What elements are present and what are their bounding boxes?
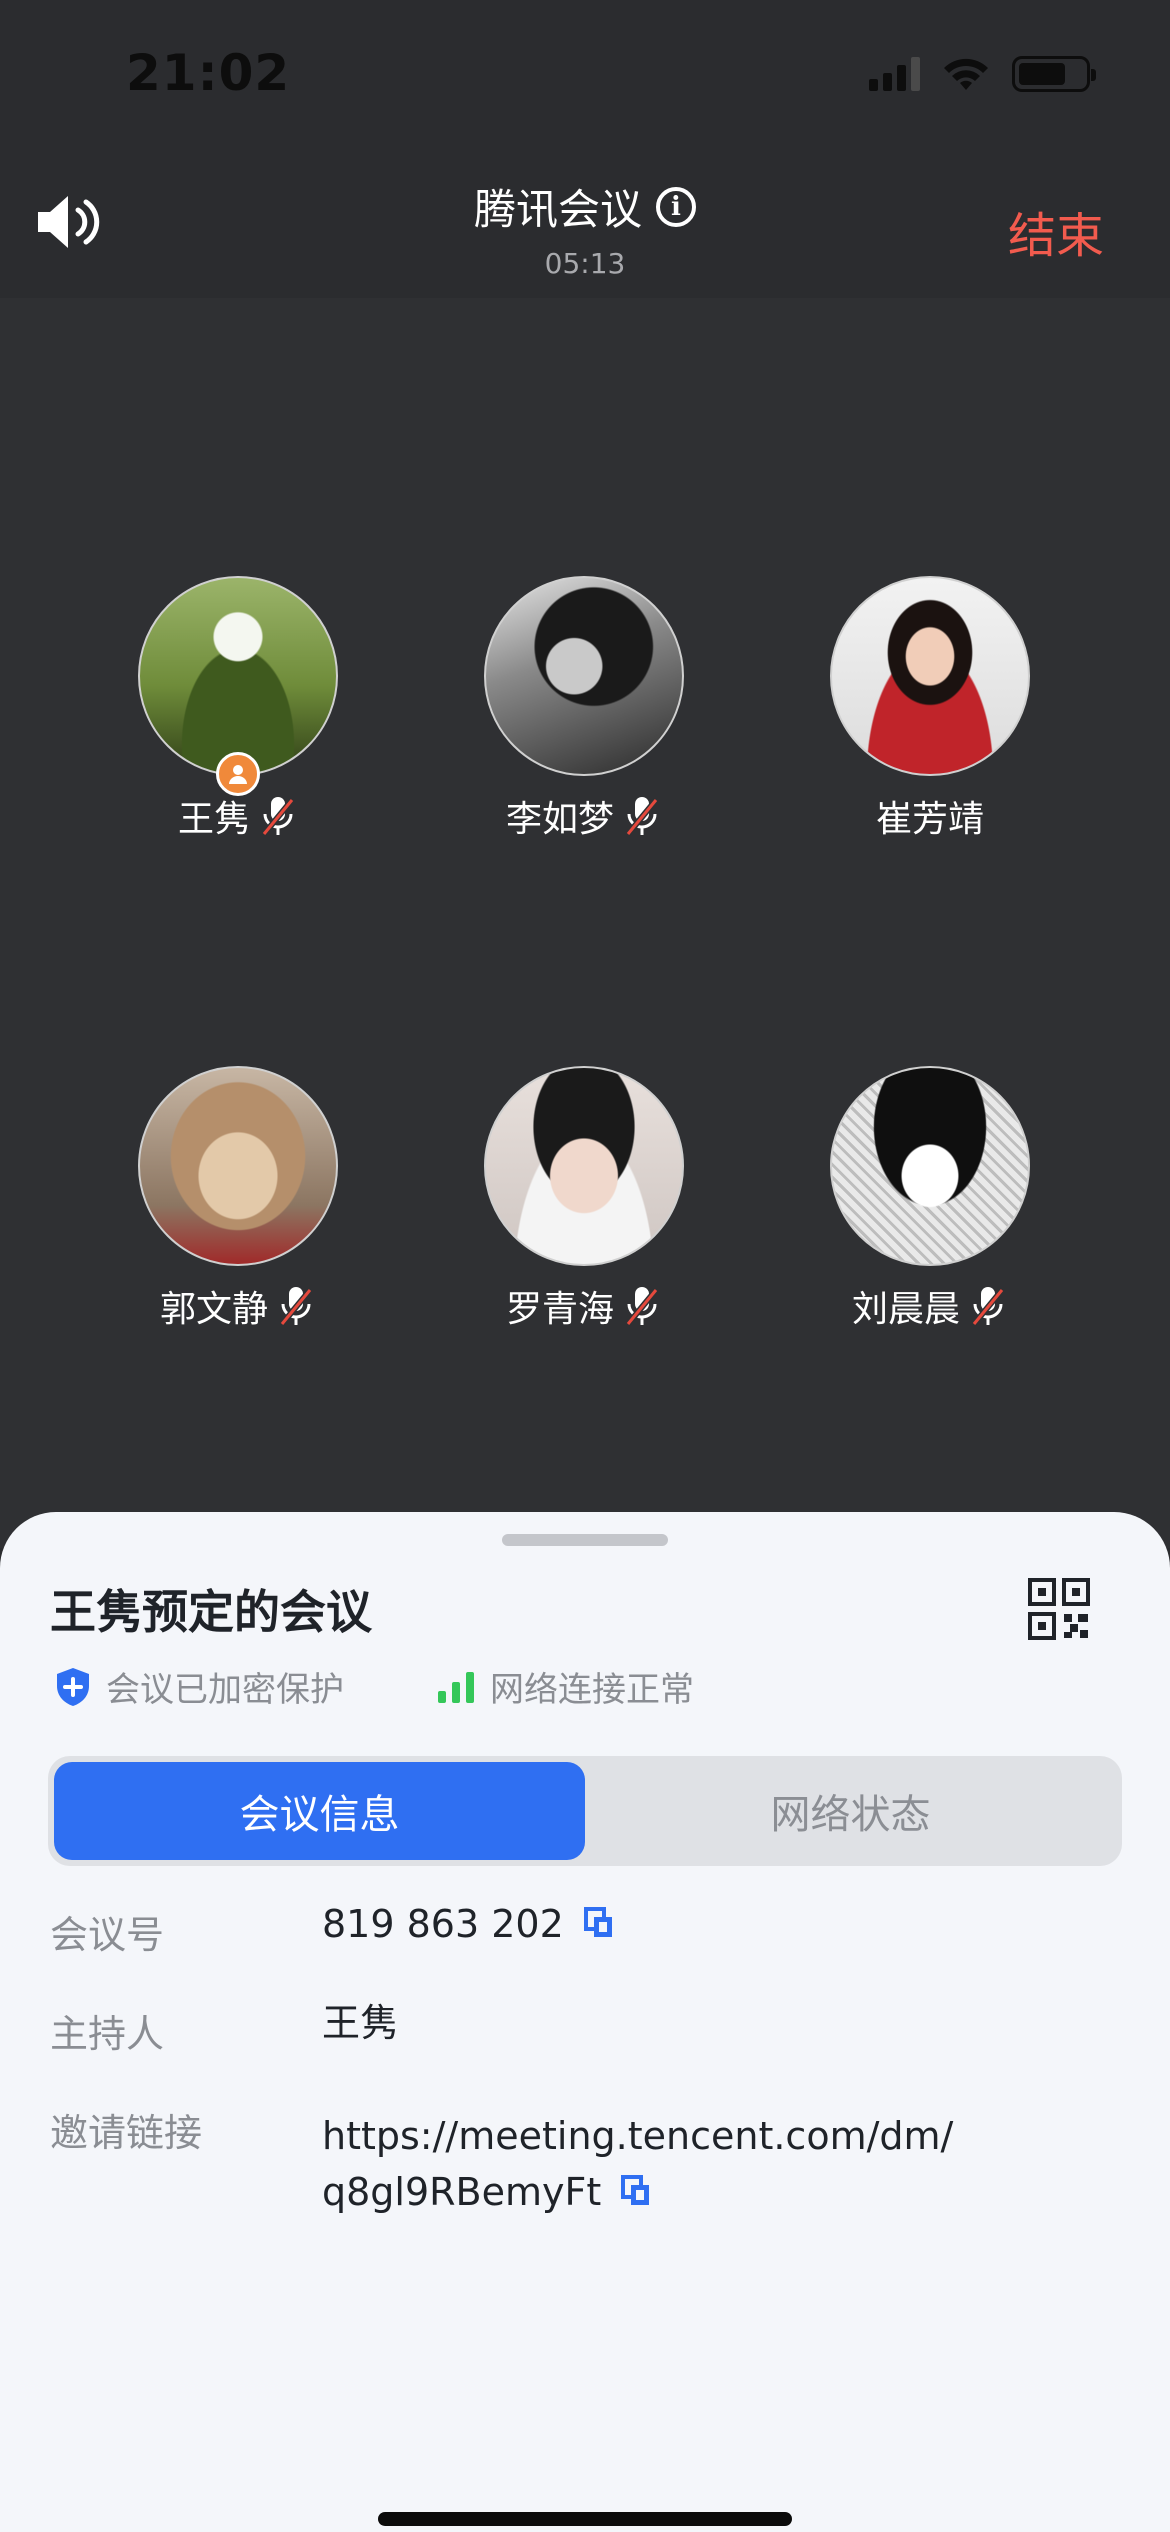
meeting-id-row: 会议号 819 863 202 — [50, 1902, 1120, 1959]
wifi-icon — [944, 58, 988, 90]
invite-link-row: 邀请链接 https://meeting.tencent.com/dm/ q8g… — [50, 2102, 1120, 2220]
host-icon — [216, 752, 260, 796]
meeting-id-value: 819 863 202 — [322, 1902, 564, 1946]
host-row: 主持人 王隽 — [50, 2001, 1120, 2058]
info-icon[interactable]: i — [656, 186, 696, 227]
avatar — [830, 1066, 1030, 1266]
shield-icon — [57, 1667, 89, 1706]
participant-name-row: 刘晨晨 — [780, 1280, 1080, 1332]
mic-off-icon — [971, 1287, 1005, 1326]
tab-meeting-info[interactable]: 会议信息 — [54, 1762, 585, 1860]
app-title: 腾讯会议 — [473, 185, 642, 234]
encryption-label: 会议已加密保护 — [106, 1670, 344, 1710]
participant-tile[interactable]: 李如梦 — [434, 576, 734, 842]
cellular-signal-icon — [869, 57, 920, 91]
copy-icon[interactable] — [621, 2174, 651, 2207]
meeting-title[interactable]: 腾讯会议 i — [474, 176, 696, 237]
participant-name: 刘晨晨 — [851, 1289, 960, 1330]
avatar — [484, 576, 684, 776]
status-icons — [869, 56, 1096, 92]
participant-name: 郭文静 — [159, 1289, 268, 1330]
signal-bars-icon — [438, 1671, 474, 1703]
participant-name-row: 罗青海 — [434, 1280, 734, 1332]
meeting-info-sheet: 王隽预定的会议 会议已加密保护 网络连接正常 会议信息 网络状态 会议号 819… — [0, 1512, 1170, 2532]
battery-icon — [1012, 56, 1096, 92]
mic-off-icon — [625, 1287, 659, 1326]
invite-link-line2: q8gl9RBemyFt — [322, 2170, 602, 2214]
meeting-status-badges: 会议已加密保护 网络连接正常 — [54, 1662, 694, 1711]
participant-name-row: 王隽 — [88, 790, 388, 842]
participant-name: 李如梦 — [505, 799, 614, 840]
meeting-header: 腾讯会议 i 05:13 结束 — [0, 150, 1170, 298]
network-badge: 网络连接正常 — [436, 1662, 694, 1711]
avatar — [138, 576, 338, 776]
host-label: 主持人 — [50, 2012, 165, 2056]
info-tabs: 会议信息 网络状态 — [48, 1756, 1122, 1866]
meeting-title-area: 腾讯会议 i 05:13 — [0, 176, 1170, 280]
sheet-grabber[interactable] — [502, 1534, 668, 1546]
status-bar: 21:02 — [0, 0, 1170, 150]
tab-network-status[interactable]: 网络状态 — [585, 1762, 1116, 1860]
mic-off-icon — [279, 1287, 313, 1326]
participant-tile[interactable]: 刘晨晨 — [780, 1066, 1080, 1332]
mic-off-icon — [261, 797, 295, 836]
avatar — [138, 1066, 338, 1266]
participant-name-row: 李如梦 — [434, 790, 734, 842]
participant-tile[interactable]: 崔芳靖 — [780, 576, 1080, 842]
participant-tile[interactable]: 王隽 — [88, 576, 388, 842]
qr-code-icon[interactable] — [1028, 1578, 1090, 1640]
participant-name: 王隽 — [177, 799, 250, 840]
meeting-id-label: 会议号 — [50, 1913, 165, 1957]
home-indicator[interactable] — [378, 2512, 792, 2526]
network-label: 网络连接正常 — [490, 1670, 694, 1710]
status-time: 21:02 — [126, 44, 291, 102]
mic-off-icon — [625, 797, 659, 836]
meeting-timer: 05:13 — [544, 247, 626, 280]
participant-tile[interactable]: 罗青海 — [434, 1066, 734, 1332]
host-value: 王隽 — [322, 2001, 399, 2045]
participant-name-row: 郭文静 — [88, 1280, 388, 1332]
meeting-info-list: 会议号 819 863 202 主持人 王隽 邀请链接 https://meet… — [50, 1902, 1120, 2264]
participant-name-row: 崔芳靖 — [780, 790, 1080, 842]
meeting-id-value-wrap: 819 863 202 — [322, 1896, 614, 1959]
encryption-badge: 会议已加密保护 — [54, 1662, 344, 1711]
avatar — [484, 1066, 684, 1266]
end-meeting-button[interactable]: 结束 — [1008, 196, 1104, 266]
participant-name: 崔芳靖 — [875, 799, 984, 840]
participant-name: 罗青海 — [505, 1289, 614, 1330]
invite-link-label: 邀请链接 — [50, 2111, 203, 2155]
avatar — [830, 576, 1030, 776]
invite-link-value[interactable]: https://meeting.tencent.com/dm/ q8gl9RBe… — [322, 2108, 953, 2220]
participant-tile[interactable]: 郭文静 — [88, 1066, 388, 1332]
invite-link-line1: https://meeting.tencent.com/dm/ — [322, 2114, 954, 2158]
sheet-title: 王隽预定的会议 — [50, 1585, 372, 1639]
copy-icon[interactable] — [583, 1906, 614, 1939]
participant-grid: 王隽 李如梦 崔芳靖 郭文静 罗青海 刘晨晨 — [0, 298, 1170, 1548]
